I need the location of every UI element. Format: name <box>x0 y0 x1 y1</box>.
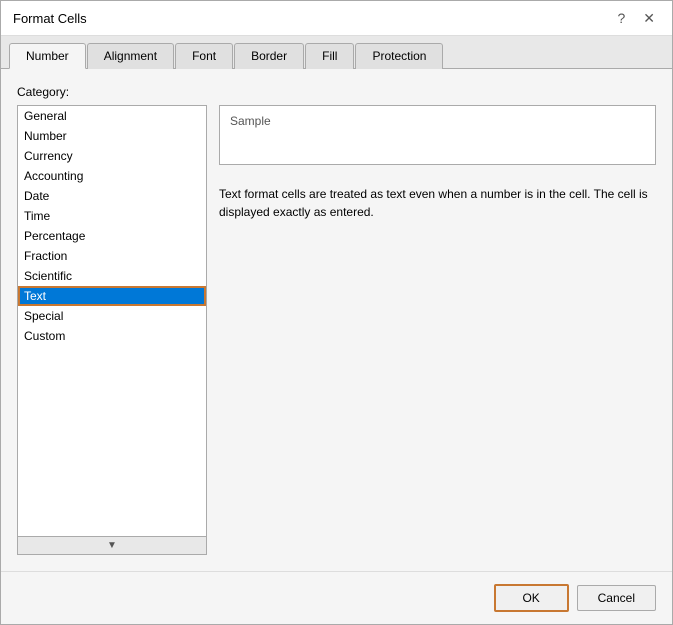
category-item-currency[interactable]: Currency <box>18 146 206 166</box>
category-item-custom[interactable]: Custom <box>18 326 206 346</box>
category-label: Category: <box>17 85 656 99</box>
category-item-scientific[interactable]: Scientific <box>18 266 206 286</box>
right-panel: Sample Text format cells are treated as … <box>219 105 656 555</box>
dialog-content: Category: GeneralNumberCurrencyAccountin… <box>1 69 672 571</box>
close-button[interactable]: ✕ <box>638 9 660 27</box>
category-item-special[interactable]: Special <box>18 306 206 326</box>
tab-border[interactable]: Border <box>234 43 304 69</box>
category-item-general[interactable]: General <box>18 106 206 126</box>
category-item-date[interactable]: Date <box>18 186 206 206</box>
format-cells-dialog: Format Cells ? ✕ NumberAlignmentFontBord… <box>0 0 673 625</box>
dialog-title: Format Cells <box>13 11 87 26</box>
sample-box: Sample <box>219 105 656 165</box>
category-list[interactable]: GeneralNumberCurrencyAccountingDateTimeP… <box>18 106 206 536</box>
category-item-text[interactable]: Text <box>18 286 206 306</box>
title-bar-controls: ? ✕ <box>612 9 660 27</box>
ok-button[interactable]: OK <box>494 584 569 612</box>
tab-font[interactable]: Font <box>175 43 233 69</box>
title-bar: Format Cells ? ✕ <box>1 1 672 36</box>
dialog-footer: OK Cancel <box>1 571 672 624</box>
scroll-down-arrow[interactable]: ▼ <box>18 536 206 554</box>
tab-protection[interactable]: Protection <box>355 43 443 69</box>
sample-label: Sample <box>230 114 645 128</box>
tab-number[interactable]: Number <box>9 43 86 69</box>
main-area: GeneralNumberCurrencyAccountingDateTimeP… <box>17 105 656 555</box>
category-item-accounting[interactable]: Accounting <box>18 166 206 186</box>
category-item-number[interactable]: Number <box>18 126 206 146</box>
tab-alignment[interactable]: Alignment <box>87 43 174 69</box>
tab-fill[interactable]: Fill <box>305 43 354 69</box>
category-item-percentage[interactable]: Percentage <box>18 226 206 246</box>
category-item-time[interactable]: Time <box>18 206 206 226</box>
tab-bar: NumberAlignmentFontBorderFillProtection <box>1 36 672 69</box>
cancel-button[interactable]: Cancel <box>577 585 656 611</box>
category-item-fraction[interactable]: Fraction <box>18 246 206 266</box>
help-button[interactable]: ? <box>612 9 630 27</box>
description-text: Text format cells are treated as text ev… <box>219 185 656 221</box>
category-list-container: GeneralNumberCurrencyAccountingDateTimeP… <box>17 105 207 555</box>
